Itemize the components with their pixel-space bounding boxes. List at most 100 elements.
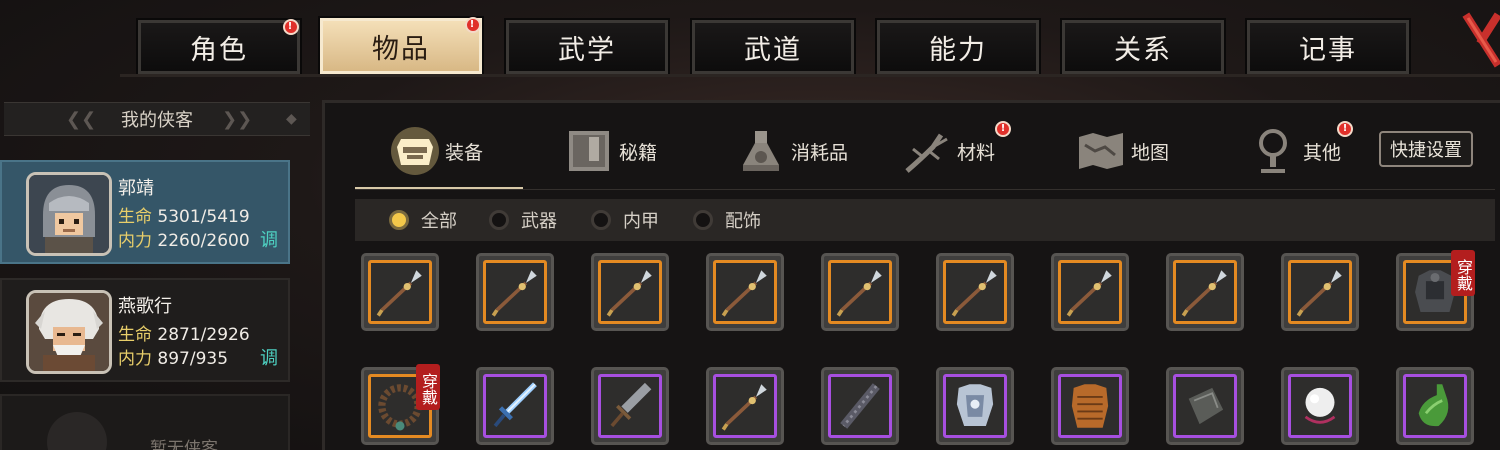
filter-label: 全部 bbox=[421, 211, 457, 232]
category-materials[interactable]: 材料 ! bbox=[901, 121, 1011, 179]
inventory-slot[interactable] bbox=[821, 367, 899, 445]
hero-name: 燕歌行 bbox=[118, 296, 172, 317]
spear-icon bbox=[1181, 270, 1227, 317]
inventory-slot[interactable] bbox=[476, 253, 554, 331]
tab-martial-way[interactable]: 武道 bbox=[690, 18, 856, 76]
category-divider bbox=[355, 189, 1495, 190]
inventory-slot[interactable] bbox=[1281, 367, 1359, 445]
tab-abilities[interactable]: 能力 bbox=[875, 18, 1041, 76]
pearl-ornament-icon bbox=[1304, 387, 1336, 424]
slot-frame bbox=[1288, 374, 1352, 438]
inventory-slot[interactable] bbox=[1051, 253, 1129, 331]
tab-label: 武学 bbox=[558, 34, 616, 66]
inventory-slot[interactable]: 穿戴 bbox=[1396, 250, 1475, 331]
filter-weapons[interactable]: 武器 bbox=[489, 207, 557, 233]
slot-frame bbox=[828, 374, 892, 438]
slot-frame bbox=[1173, 260, 1237, 324]
inventory-panel: 装备 秘籍 消耗品 材料 ! 地图 其他 ! 快捷设置 全部 武器 内甲 配饰 … bbox=[322, 100, 1500, 450]
spear-icon bbox=[721, 384, 767, 431]
hero-card-yangexing[interactable]: 燕歌行 生命 2871/2926 内力 897/935 调 bbox=[0, 278, 290, 382]
slot-frame bbox=[1403, 374, 1467, 438]
inventory-slot[interactable] bbox=[706, 367, 784, 445]
empty-avatar-icon bbox=[47, 412, 107, 450]
mp-value: 2260/2600 bbox=[157, 231, 250, 251]
hero-list-header: ❮❮ 我的侠客 ❯❯ ◆ bbox=[4, 102, 310, 136]
close-button[interactable] bbox=[1462, 10, 1500, 70]
slot-frame bbox=[1058, 374, 1122, 438]
shortcut-settings-button[interactable]: 快捷设置 bbox=[1379, 131, 1473, 167]
hero-card-guojing[interactable]: 郭靖 生命 5301/5419 内力 2260/2600 调 bbox=[0, 160, 290, 264]
potion-icon bbox=[735, 125, 787, 177]
hp-label: 生命 bbox=[118, 325, 152, 345]
hero-mp: 内力 897/935 bbox=[118, 344, 228, 369]
tab-character[interactable]: 角色 ! bbox=[136, 18, 302, 76]
filter-accessories[interactable]: 配饰 bbox=[693, 207, 761, 233]
blue-sword-icon bbox=[493, 382, 537, 428]
notification-badge: ! bbox=[465, 17, 481, 33]
inventory-slot[interactable] bbox=[1051, 367, 1129, 445]
inventory-slot[interactable] bbox=[1281, 253, 1359, 331]
mp-label: 内力 bbox=[118, 349, 152, 369]
inventory-slot[interactable] bbox=[591, 253, 669, 331]
hero-hp: 生命 5301/5419 bbox=[118, 202, 250, 227]
filter-inner-armor[interactable]: 内甲 bbox=[591, 207, 659, 233]
inventory-slot[interactable] bbox=[1396, 367, 1474, 445]
filter-all[interactable]: 全部 bbox=[389, 207, 457, 233]
tab-martial-arts[interactable]: 武学 bbox=[504, 18, 670, 76]
notification-badge: ! bbox=[1337, 121, 1353, 137]
inventory-slot[interactable] bbox=[821, 253, 899, 331]
filter-bar: 全部 武器 内甲 配饰 bbox=[355, 199, 1495, 241]
inventory-slot[interactable] bbox=[936, 367, 1014, 445]
notification-badge: ! bbox=[995, 121, 1011, 137]
notification-badge: ! bbox=[283, 19, 299, 35]
inventory-slot[interactable] bbox=[706, 253, 784, 331]
tab-journal[interactable]: 记事 bbox=[1245, 18, 1411, 76]
inventory-slot[interactable] bbox=[1166, 367, 1244, 445]
broadsword-icon bbox=[610, 382, 652, 428]
category-label: 地图 bbox=[1131, 141, 1170, 164]
spear-icon bbox=[376, 270, 422, 317]
stone-icon bbox=[1188, 387, 1224, 425]
tab-items[interactable]: 物品 ! bbox=[318, 16, 484, 76]
hero-portrait-icon bbox=[29, 175, 109, 253]
tune-button[interactable]: 调 bbox=[260, 226, 278, 252]
inventory-slot[interactable] bbox=[1166, 253, 1244, 331]
slot-frame bbox=[483, 374, 547, 438]
slot-frame bbox=[598, 374, 662, 438]
spear-icon bbox=[951, 270, 997, 317]
tab-label: 角色 bbox=[190, 34, 248, 66]
inventory-slot[interactable] bbox=[591, 367, 669, 445]
inventory-slot[interactable]: 穿戴 bbox=[361, 364, 440, 445]
category-equipment[interactable]: 装备 bbox=[389, 123, 483, 179]
filter-label: 内甲 bbox=[623, 211, 659, 232]
spear-icon bbox=[606, 270, 652, 317]
slot-frame bbox=[943, 260, 1007, 324]
radio-icon bbox=[693, 210, 713, 230]
category-label: 消耗品 bbox=[791, 141, 849, 164]
spear-icon bbox=[1066, 270, 1112, 317]
category-consumables[interactable]: 消耗品 bbox=[735, 123, 848, 179]
inventory-slot[interactable] bbox=[476, 367, 554, 445]
spear-icon bbox=[491, 270, 537, 317]
mp-label: 内力 bbox=[118, 231, 152, 251]
category-maps[interactable]: 地图 bbox=[1075, 123, 1169, 179]
slot-frame bbox=[1058, 260, 1122, 324]
slot-frame bbox=[1288, 260, 1352, 324]
book-icon bbox=[563, 125, 615, 177]
tune-button[interactable]: 调 bbox=[260, 344, 278, 370]
map-icon bbox=[1075, 125, 1127, 177]
hero-portrait-icon bbox=[29, 293, 109, 371]
top-tab-bar: 角色 ! 物品 ! 武学 武道 能力 关系 记事 bbox=[0, 0, 1500, 80]
scale-armor-icon bbox=[1071, 384, 1109, 428]
filter-label: 配饰 bbox=[725, 211, 761, 232]
staff-icon bbox=[840, 383, 880, 429]
spear-icon bbox=[721, 270, 767, 317]
inventory-slot[interactable] bbox=[936, 253, 1014, 331]
category-manuals[interactable]: 秘籍 bbox=[563, 123, 657, 179]
tab-relations[interactable]: 关系 bbox=[1060, 18, 1226, 76]
silver-armor-icon bbox=[956, 384, 994, 426]
category-others[interactable]: 其他 ! bbox=[1247, 121, 1353, 179]
hero-name: 郭靖 bbox=[118, 178, 154, 199]
spear-icon bbox=[1296, 270, 1342, 317]
inventory-slot[interactable] bbox=[361, 253, 439, 331]
